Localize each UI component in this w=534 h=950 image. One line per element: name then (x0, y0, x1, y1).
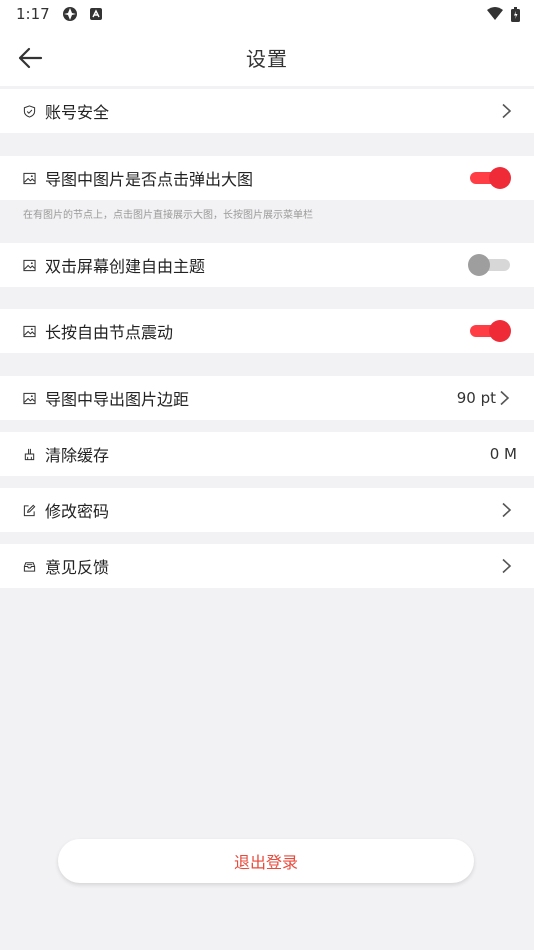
shield-check-icon (23, 104, 36, 118)
chevron-right-icon (502, 502, 512, 518)
clear-cache-value: 0 M (489, 445, 517, 463)
inbox-icon (23, 561, 36, 572)
double-tap-topic-toggle[interactable] (468, 254, 512, 276)
app-bar: 设置 (0, 28, 534, 86)
status-right (487, 6, 520, 22)
image-icon (23, 172, 36, 184)
image-popup-row: 导图中图片是否点击弹出大图 (0, 156, 534, 200)
broom-icon (24, 448, 35, 460)
account-security-label: 账号安全 (45, 103, 110, 122)
status-left: 1:17 (16, 5, 102, 23)
image-popup-toggle[interactable] (468, 167, 512, 189)
battery-icon (511, 6, 520, 22)
change-password-row[interactable]: 修改密码 (0, 488, 534, 532)
long-press-vibrate-label: 长按自由节点震动 (45, 323, 174, 342)
image-icon (23, 259, 36, 271)
export-margin-label: 导图中导出图片边距 (45, 390, 190, 409)
page-title: 设置 (246, 46, 288, 71)
long-press-vibrate-toggle[interactable] (468, 320, 512, 342)
image-popup-helper-text: 在有图片的节点上，点击图片直接展示大图，长按图片展示菜单栏 (23, 210, 313, 221)
image-icon (23, 392, 36, 404)
logout-button[interactable]: 退出登录 (58, 839, 474, 883)
feedback-label: 意见反馈 (45, 558, 110, 577)
edit-icon (23, 504, 36, 516)
chevron-right-icon (500, 390, 510, 406)
export-margin-row[interactable]: 导图中导出图片边距 90 pt (0, 376, 534, 420)
double-tap-topic-label: 双击屏幕创建自由主题 (45, 257, 206, 276)
back-button[interactable] (16, 44, 44, 72)
toggle-thumb (468, 254, 490, 276)
toggle-thumb (489, 320, 511, 342)
long-press-vibrate-row: 长按自由节点震动 (0, 309, 534, 353)
wifi-icon (487, 7, 503, 21)
export-margin-value: 90 pt (456, 389, 496, 407)
toggle-thumb (489, 167, 511, 189)
app-notification-icon (62, 6, 78, 22)
arrow-left-icon (18, 47, 43, 69)
settings-screen: 1:17 设置 账号安全 导图中图片是否点击弹出大图 在有图片的节点上，点击图片… (0, 0, 534, 950)
account-security-row[interactable]: 账号安全 (0, 89, 534, 133)
keyboard-notification-icon (89, 8, 102, 20)
chevron-right-icon (502, 558, 512, 574)
status-bar: 1:17 (0, 0, 534, 28)
status-time: 1:17 (16, 5, 50, 23)
double-tap-topic-row: 双击屏幕创建自由主题 (0, 243, 534, 287)
clear-cache-row[interactable]: 清除缓存 0 M (0, 432, 534, 476)
feedback-row[interactable]: 意见反馈 (0, 544, 534, 588)
change-password-label: 修改密码 (45, 502, 110, 521)
image-icon (23, 325, 36, 337)
logout-label: 退出登录 (233, 853, 298, 872)
clear-cache-label: 清除缓存 (45, 446, 110, 465)
chevron-right-icon (502, 103, 512, 119)
image-popup-label: 导图中图片是否点击弹出大图 (45, 170, 254, 189)
